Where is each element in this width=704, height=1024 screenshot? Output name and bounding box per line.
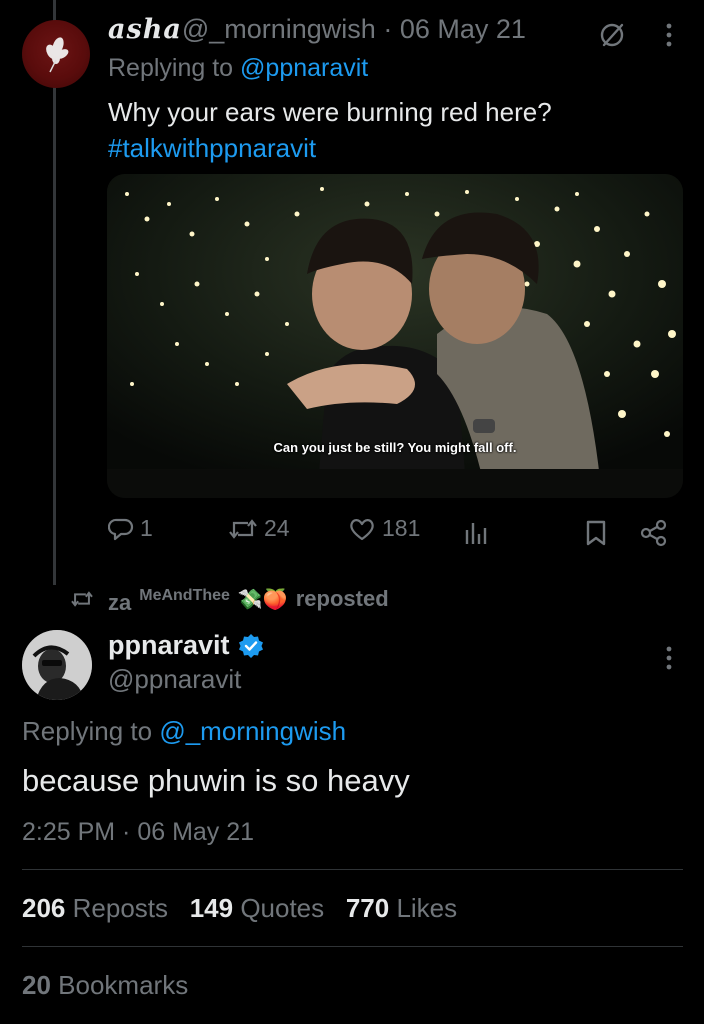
media-subtitle: Can you just be still? You might fall of… bbox=[273, 440, 517, 455]
reply-action[interactable]: 1 bbox=[108, 515, 153, 542]
divider bbox=[22, 869, 683, 870]
replying-to-link[interactable]: @ppnaravit bbox=[240, 54, 368, 82]
likes-label: Likes bbox=[396, 893, 458, 923]
quotes-stat[interactable]: 149 Quotes bbox=[190, 893, 324, 923]
reposts-label: Reposts bbox=[72, 893, 169, 923]
views-icon[interactable] bbox=[464, 520, 488, 546]
parent-text-body: Why your ears were burning red here? bbox=[108, 97, 552, 127]
author-name-row[interactable]: ppnaravit bbox=[108, 630, 264, 661]
reposter-name: MeAndThee bbox=[139, 587, 230, 604]
more-options-icon[interactable] bbox=[664, 645, 674, 671]
author-avatar[interactable] bbox=[22, 630, 92, 700]
repost-banner[interactable]: za MeAndThee 💸🍑 reposted bbox=[70, 582, 389, 616]
author-display-name[interactable]: ppnaravit bbox=[108, 630, 230, 661]
repost-action[interactable]: 24 bbox=[228, 515, 290, 542]
divider bbox=[22, 946, 683, 947]
flower-icon bbox=[46, 37, 69, 73]
author-handle[interactable]: @ppnaravit bbox=[108, 664, 241, 695]
replying-to-link[interactable]: @_morningwish bbox=[159, 716, 346, 746]
more-options-icon[interactable] bbox=[664, 22, 674, 48]
reply-icon bbox=[108, 518, 134, 540]
parent-tweet-text: Why your ears were burning red here? #ta… bbox=[108, 94, 668, 166]
parent-display-name[interactable]: asha bbox=[108, 14, 182, 45]
bookmarks-stat[interactable]: 20 Bookmarks bbox=[22, 970, 188, 1001]
tweet-timestamp[interactable]: 2:25 PM · 06 May 21 bbox=[22, 818, 254, 847]
likes-stat[interactable]: 770 Likes bbox=[346, 893, 457, 923]
bookmark-icon[interactable] bbox=[584, 519, 608, 547]
likes-count: 770 bbox=[345, 893, 390, 923]
like-count: 181 bbox=[382, 515, 421, 541]
reposted-icon bbox=[71, 591, 93, 607]
reposted-label: reposted bbox=[295, 586, 389, 611]
parent-date[interactable]: · 06 May 21 bbox=[383, 14, 526, 44]
parent-avatar[interactable] bbox=[22, 20, 90, 88]
reply-count: 1 bbox=[140, 515, 153, 541]
tweet-media-image[interactable]: Can you just be still? You might fall of… bbox=[107, 174, 683, 498]
quotes-label: Quotes bbox=[240, 893, 325, 923]
share-icon[interactable] bbox=[640, 519, 668, 547]
repost-icon bbox=[229, 518, 257, 539]
author-photo bbox=[22, 630, 92, 700]
main-replying-to: Replying to @_morningwish bbox=[22, 716, 346, 747]
like-action[interactable]: 181 bbox=[348, 515, 420, 542]
verified-badge-icon bbox=[238, 633, 263, 658]
reposts-stat[interactable]: 206 Reposts bbox=[22, 893, 168, 923]
engagement-stats: 206 Reposts 149 Quotes 770 Likes bbox=[22, 893, 457, 924]
bookmarks-count: 20 bbox=[22, 970, 51, 1000]
bookmarks-label: Bookmarks bbox=[58, 970, 189, 1000]
reposter-prefix: za bbox=[108, 590, 132, 615]
grok-icon[interactable] bbox=[598, 20, 628, 50]
reposts-count: 206 bbox=[22, 893, 66, 923]
parent-handle[interactable]: @_morningwish bbox=[182, 14, 376, 44]
replying-prefix: Replying to bbox=[108, 54, 234, 82]
parent-tweet-header: asha@_morningwish · 06 May 21 bbox=[108, 14, 526, 45]
reposter-emojis: 💸🍑 bbox=[237, 588, 288, 611]
parent-replying-to: Replying to @ppnaravit bbox=[108, 54, 368, 83]
hashtag-link[interactable]: #talkwithppnaravit bbox=[108, 130, 668, 166]
main-tweet-text: because phuwin is so heavy bbox=[22, 763, 410, 798]
heart-icon bbox=[350, 518, 374, 540]
quotes-count: 149 bbox=[189, 893, 234, 923]
repost-count: 24 bbox=[264, 515, 290, 541]
replying-prefix: Replying to bbox=[22, 716, 153, 746]
